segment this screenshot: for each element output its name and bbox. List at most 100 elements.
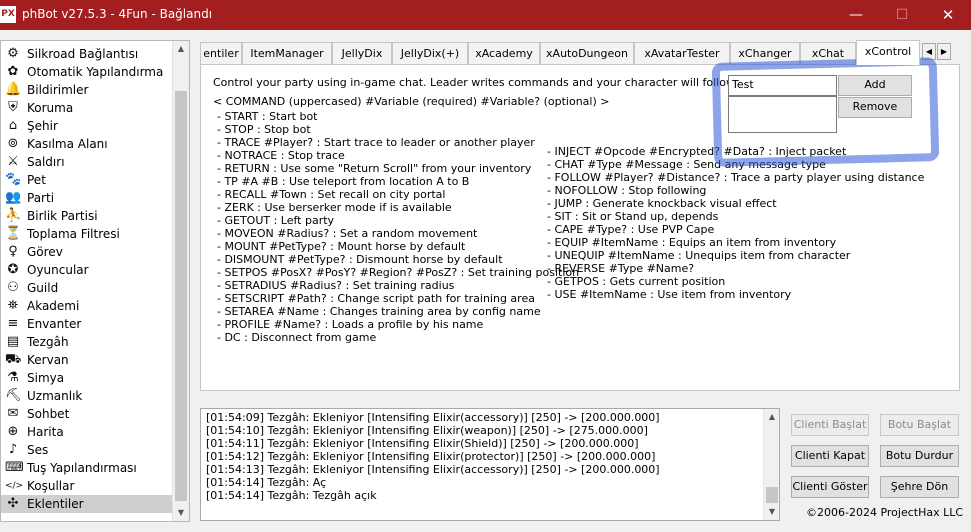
command-line: - SIT : Sit or Stand up, depends [547,210,719,223]
sidebar-item-icon: ⏳ [5,226,22,241]
client-start-button[interactable]: Clienti Başlat [791,414,869,436]
sidebar-item[interactable]: ✿ Otomatik Yapılandırma [1,63,173,81]
command-line: - SETAREA #Name : Changes training area … [217,305,541,318]
sidebar-item[interactable]: 🐾 Pet [1,171,173,189]
bot-stop-button[interactable]: Botu Durdur [880,445,959,467]
command-line: - START : Start bot [217,110,318,123]
sidebar-scroll-thumb[interactable] [175,91,187,501]
command-list-left: - START : Start bot - STOP : Stop bot - TR… [217,110,579,344]
sidebar-item-label: Ses [27,443,49,457]
sidebar-item[interactable]: ≡ Envanter [1,315,173,333]
sidebar-item[interactable]: ▤ Tezgâh [1,333,173,351]
add-button[interactable]: Add [838,75,912,96]
sidebar-item-icon: ♪ [8,442,18,457]
leader-name-input[interactable]: Test [728,75,837,96]
command-line: - RETURN : Use some "Return Scroll" from… [217,162,532,175]
sidebar-item[interactable]: ⛯ Akademi [1,297,173,315]
sidebar-item-icon: ≡ [7,316,19,331]
minimize-button[interactable]: — [833,0,879,30]
sidebar-item-icon: 🔔 [5,82,22,97]
sidebar-item[interactable]: ⚔ Saldırı [1,153,173,171]
maximize-button[interactable]: ☐ [879,0,925,30]
minimize-icon: — [849,7,863,23]
sidebar-item[interactable]: ⛟ Kervan [1,351,173,369]
title-bar: PX phBot v27.5.3 - 4Fun - Bağlandı — ☐ ✕ [0,0,971,30]
sidebar-item-label: Tezgâh [27,335,69,349]
remove-button[interactable]: Remove [838,97,912,118]
xcontrol-panel: Control your party using in-game chat. L… [200,64,960,391]
return-town-button[interactable]: Şehre Dön [880,476,959,498]
scroll-down-icon[interactable]: ▼ [173,505,189,521]
sidebar-item[interactable]: ⛹ Birlik Partisi [1,207,173,225]
sidebar-item[interactable]: ✪ Oyuncular [1,261,173,279]
sidebar-item-label: Tuş Yapılandırması [27,461,137,475]
sidebar-item[interactable]: ✉ Sohbet [1,405,173,423]
sidebar-item[interactable]: ⚇ Guild [1,279,173,297]
tab-xautodungeon[interactable]: xAutoDungeon [540,42,634,64]
bot-start-button[interactable]: Botu Başlat [880,414,959,436]
sidebar-item-icon: ⌂ [8,118,18,133]
sidebar-item-icon: ⚔ [7,154,19,169]
log-scroll-thumb[interactable] [766,487,778,503]
command-line: - INJECT #Opcode #Encrypted? #Data? : In… [547,145,847,158]
sidebar-item-icon: ✪ [7,262,19,277]
sidebar-item[interactable]: ⚙ Silkroad Bağlantısı [1,45,173,63]
sidebar-item[interactable]: </> Koşullar [1,477,173,495]
sidebar-item[interactable]: 🔔 Bildirimler [1,81,173,99]
syntax-text: < COMMAND (uppercased) #Variable (requir… [213,95,610,108]
sidebar-item[interactable]: ✣ Eklentiler [1,495,173,513]
log-line: [01:54:14] Tezgâh: Aç [206,476,327,489]
scroll-up-icon[interactable]: ▲ [764,409,779,425]
sidebar-item-icon: ⚇ [7,280,19,295]
tab-jellydix[interactable]: JellyDix [332,42,392,64]
sidebar-item-label: Görev [27,245,63,259]
tab-jellydix-plus[interactable]: JellyDix(+) [392,42,468,64]
sidebar-item-label: Guild [27,281,59,295]
sidebar-item[interactable]: ⚗ Simya [1,369,173,387]
command-list-right: - INJECT #Opcode #Encrypted? #Data? : In… [547,145,924,301]
maximize-icon: ☐ [895,7,909,23]
tab-xchanger[interactable]: xChanger [730,42,800,64]
intro-text: Control your party using in-game chat. L… [213,76,750,89]
command-line: - UNEQUIP #ItemName : Unequips item from… [547,249,851,262]
tab-xcontrol[interactable]: xControl [856,40,920,65]
scroll-up-icon[interactable]: ▲ [173,41,189,57]
sidebar-item[interactable]: ⌂ Şehir [1,117,173,135]
sidebar-nav: ⚙ Silkroad Bağlantısı ✿ Otomatik Yapılandır… [0,40,190,522]
sidebar-item[interactable]: ♪ Ses [1,441,173,459]
scroll-down-icon[interactable]: ▼ [764,504,779,520]
tab-xacademy[interactable]: xAcademy [468,42,540,64]
sidebar-item-icon: 🐾 [5,172,22,187]
client-show-button[interactable]: Clienti Göster [791,476,869,498]
leader-list[interactable] [728,96,837,133]
client-close-button[interactable]: Clienti Kapat [791,445,869,467]
sidebar-scrollbar[interactable]: ▲ ▼ [172,41,189,521]
command-line: - CAPE #Type? : Use PVP Cape [547,223,715,236]
sidebar-item-icon: ⛯ [7,298,19,313]
sidebar-item[interactable]: ♀ Görev [1,243,173,261]
sidebar-item-label: Uzmanlık [27,389,83,403]
sidebar-item[interactable]: ⌨ Tuş Yapılandırması [1,459,173,477]
sidebar-item[interactable]: ⏳ Toplama Filtresi [1,225,173,243]
tab-scroll-right-icon[interactable]: ▶ [937,43,951,60]
command-line: - SETPOS #PosX? #PosY? #Region? #PosZ? :… [217,266,580,279]
log-scrollbar[interactable]: ▲ ▼ [763,409,779,520]
sidebar-item-icon: ⊚ [7,136,19,151]
command-line: - CHAT #Type #Message : Send any message… [547,158,826,171]
log-output[interactable]: [01:54:09] Tezgâh: Ekleniyor [Intensifin… [200,408,780,521]
sidebar-item[interactable]: ⛨ Koruma [1,99,173,117]
sidebar-item-icon: ✣ [7,496,19,511]
tab-itemmanager[interactable]: ItemManager [242,42,332,64]
tab-scroll-left-icon[interactable]: ◀ [922,43,936,60]
close-button[interactable]: ✕ [925,0,971,30]
sidebar-item[interactable]: 👥 Parti [1,189,173,207]
tab-xchat[interactable]: xChat [800,42,856,64]
sidebar-item[interactable]: ⛏ Uzmanlık [1,387,173,405]
sidebar-item[interactable]: ⊚ Kasılma Alanı [1,135,173,153]
sidebar-item[interactable]: ⊕ Harita [1,423,173,441]
tab-xavatartester[interactable]: xAvatarTester [634,42,730,64]
tab-eklentiler[interactable]: entiler [200,42,242,64]
close-icon: ✕ [941,6,955,24]
sidebar-item-label: Saldırı [27,155,65,169]
sidebar-item-label: Bildirimler [27,83,89,97]
